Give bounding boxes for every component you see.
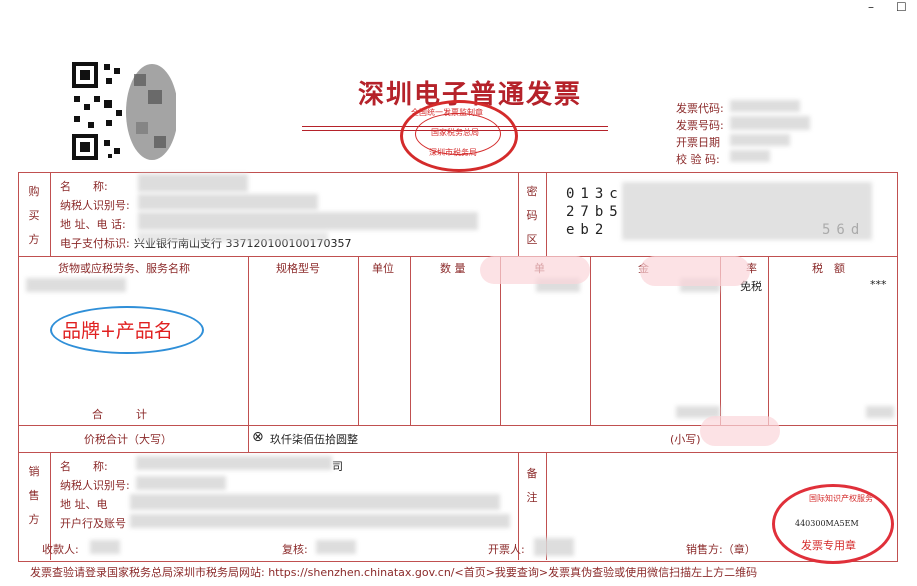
reviewer-label: 复核: xyxy=(282,543,308,556)
redaction-mark xyxy=(480,256,590,284)
payee-label: 收款人: xyxy=(42,543,79,556)
buyer-name-label: 名 称: xyxy=(60,180,108,193)
seller-bank-label: 开户行及账号 xyxy=(60,517,126,530)
redacted-seller xyxy=(136,476,226,490)
divider xyxy=(410,256,411,425)
divider xyxy=(518,172,519,256)
redacted-buyer xyxy=(138,174,248,192)
window-titlebar: – ☐ xyxy=(0,0,917,18)
check-code-label: 校 验 码: xyxy=(676,153,720,166)
col-goods-header: 货物或应税劳务、服务名称 xyxy=(58,262,190,275)
seller-address-label: 地 址、电 xyxy=(60,498,108,511)
buyer-taxid-label: 纳税人识别号: xyxy=(60,199,130,212)
invoice-date-label: 开票日期 xyxy=(676,136,720,149)
seller-taxid-label: 纳税人识别号: xyxy=(60,479,130,492)
redacted-total xyxy=(866,406,894,418)
seal-bottom-number: 440300MA5EM xyxy=(795,519,859,528)
invoice-code-label: 发票代码: xyxy=(676,102,724,115)
seal-text-1: 全国统一发票监制章 xyxy=(411,108,483,117)
col-unit-header: 单位 xyxy=(372,262,394,275)
redacted-seller xyxy=(130,514,510,528)
redacted-cipher xyxy=(622,182,872,240)
divider xyxy=(18,452,898,453)
invoice-special-seal: 国际知识产权服务 440300MA5EM 发票专用章 xyxy=(772,484,894,564)
seller-section-label: 销售方 xyxy=(28,465,40,526)
seal-bottom-text-1: 国际知识产权服务 xyxy=(809,494,873,503)
qr-code[interactable] xyxy=(70,60,176,162)
redacted-buyer xyxy=(138,232,328,242)
redacted-buyer xyxy=(138,212,478,230)
redacted-meta xyxy=(730,100,800,112)
redacted-item xyxy=(26,278,126,292)
buyer-address-label: 地 址、电 话: xyxy=(60,218,126,231)
total-label: 合 计 xyxy=(92,408,147,421)
total-small-label: (小写) xyxy=(670,433,701,446)
divider xyxy=(358,256,359,425)
tax-amount-value: *** xyxy=(870,278,887,291)
cipher-row-1: 013c xyxy=(566,186,624,202)
redacted-meta xyxy=(730,150,770,162)
total-words-value: 玖仟柒佰伍拾圆整 xyxy=(270,433,358,446)
seller-name-tail: 司 xyxy=(332,460,343,473)
total-words-label: 价税合计（大写） xyxy=(84,433,172,446)
invoice-number-label: 发票号码: xyxy=(676,119,724,132)
redacted-buyer xyxy=(138,194,318,210)
redacted-sign xyxy=(534,538,574,556)
seal-text-2: 国家税务总局 xyxy=(431,128,479,137)
col-tax-header: 税 额 xyxy=(812,262,845,275)
drawer-label: 开票人: xyxy=(488,543,525,556)
seller-seal-label: 销售方:（章） xyxy=(686,543,756,556)
footer-note: 发票查验请登录国家税务总局深圳市税务局网站: https://shenzhen.… xyxy=(30,566,758,579)
minimize-button[interactable]: – xyxy=(868,0,874,14)
redacted-sign xyxy=(316,540,356,554)
redacted-seller xyxy=(130,494,500,510)
divider xyxy=(248,256,249,452)
redacted-meta xyxy=(730,134,790,146)
buyer-payment-label: 电子支付标识: xyxy=(60,237,130,250)
divider xyxy=(18,256,898,257)
annotation-text: 品牌+产品名 xyxy=(62,320,173,342)
redaction-mark xyxy=(700,416,780,446)
redacted-seller xyxy=(136,456,332,470)
tax-bureau-seal: 全国统一发票监制章 国家税务总局 深圳市税务局 xyxy=(400,100,518,172)
seal-bottom-text-2: 发票专用章 xyxy=(801,539,856,552)
cipher-section-label: 密码区 xyxy=(526,185,538,246)
maximize-button[interactable]: ☐ xyxy=(896,0,907,14)
divider xyxy=(546,172,547,256)
cipher-row-3: eb2 xyxy=(566,222,610,238)
remark-section-label: 备注 xyxy=(526,467,538,504)
buyer-section-label: 购买方 xyxy=(28,185,40,246)
circle-x-icon: ⊗ xyxy=(252,429,264,445)
seal-text-3: 深圳市税务局 xyxy=(429,148,477,157)
divider xyxy=(50,172,51,256)
divider xyxy=(590,256,591,425)
redacted-sign xyxy=(90,540,120,554)
cipher-row-2: 27b5 xyxy=(566,204,624,220)
col-qty-header: 数 量 xyxy=(440,262,466,275)
redaction-mark xyxy=(640,256,750,286)
divider xyxy=(768,256,769,425)
seller-name-label: 名 称: xyxy=(60,460,108,473)
invoice-document: 深圳电子普通发票 全国统一发票监制章 国家税务总局 深圳市税务局 发票代码: 发… xyxy=(0,44,917,586)
col-spec-header: 规格型号 xyxy=(276,262,320,275)
redacted-meta xyxy=(730,116,810,130)
